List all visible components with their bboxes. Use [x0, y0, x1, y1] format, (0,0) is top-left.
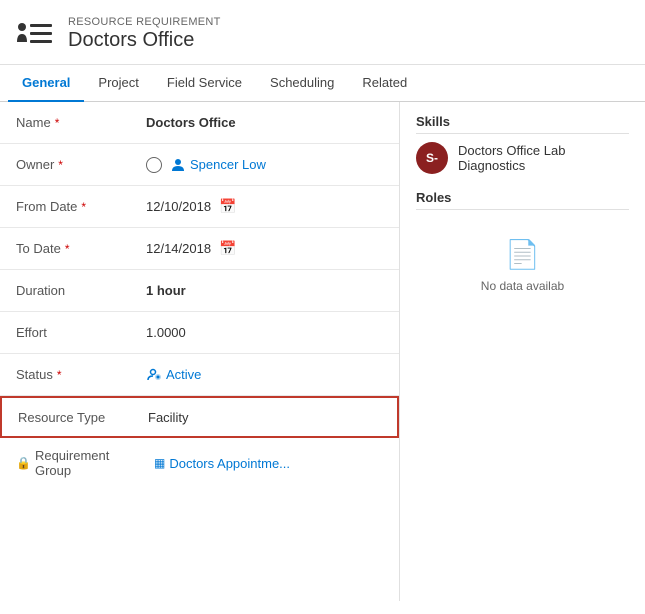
resource-type-value[interactable]: Facility — [148, 410, 381, 425]
to-date-row-inner: 12/14/2018 📅 — [146, 240, 383, 257]
tab-general[interactable]: General — [8, 65, 84, 102]
header-subtitle: RESOURCE REQUIREMENT — [68, 16, 221, 28]
skills-title: Skills — [416, 114, 629, 134]
from-date-row: From Date * 12/10/2018 📅 — [0, 186, 399, 228]
from-date-required: * — [81, 200, 86, 214]
effort-value[interactable]: 1.0000 — [146, 325, 383, 340]
owner-row: Owner * Spencer Low — [0, 144, 399, 186]
to-date-required: * — [65, 242, 70, 256]
status-required: * — [57, 368, 62, 382]
effort-label: Effort — [16, 325, 146, 340]
tab-bar: General Project Field Service Scheduling… — [0, 65, 645, 102]
to-date-calendar-icon[interactable]: 📅 — [219, 240, 236, 257]
owner-required: * — [58, 158, 63, 172]
tab-scheduling[interactable]: Scheduling — [256, 65, 348, 102]
roles-no-data: 📄 No data availab — [416, 218, 629, 313]
from-date-value: 12/10/2018 📅 — [146, 198, 383, 215]
skill-item: S- Doctors Office Lab Diagnostics — [416, 142, 629, 174]
from-date-row-inner: 12/10/2018 📅 — [146, 198, 383, 215]
right-panel: Skills S- Doctors Office Lab Diagnostics… — [400, 102, 645, 601]
req-group-value[interactable]: ▦ Doctors Appointme... — [154, 456, 290, 471]
status-label: Status * — [16, 367, 146, 382]
grid-icon: ▦ — [154, 456, 165, 470]
name-value[interactable]: Doctors Office — [146, 115, 383, 130]
skills-section: Skills S- Doctors Office Lab Diagnostics — [416, 114, 629, 174]
skill-name[interactable]: Doctors Office Lab Diagnostics — [458, 143, 629, 173]
skill-avatar: S- — [416, 142, 448, 174]
roles-section: Roles 📄 No data availab — [416, 190, 629, 313]
status-icon — [146, 367, 162, 383]
effort-row: Effort 1.0000 — [0, 312, 399, 354]
lock-icon: 🔒 — [16, 456, 31, 470]
status-value[interactable]: Active — [146, 367, 383, 383]
req-group-row: 🔒 Requirement Group ▦ Doctors Appointme.… — [0, 438, 399, 488]
no-data-icon: 📄 — [505, 238, 540, 271]
name-row: Name * Doctors Office — [0, 102, 399, 144]
duration-value[interactable]: 1 hour — [146, 283, 383, 298]
name-required: * — [55, 116, 60, 130]
page-header: RESOURCE REQUIREMENT Doctors Office — [0, 0, 645, 65]
to-date-text[interactable]: 12/14/2018 — [146, 241, 211, 256]
person-icon — [170, 157, 186, 173]
tab-field-service[interactable]: Field Service — [153, 65, 256, 102]
status-row: Status * Active — [0, 354, 399, 396]
to-date-label: To Date * — [16, 241, 146, 256]
owner-value[interactable]: Spencer Low — [146, 157, 383, 173]
resource-type-label: Resource Type — [18, 410, 148, 425]
to-date-value: 12/14/2018 📅 — [146, 240, 383, 257]
duration-label: Duration — [16, 283, 146, 298]
roles-title: Roles — [416, 190, 629, 210]
tab-project[interactable]: Project — [84, 65, 152, 102]
form-panel: Name * Doctors Office Owner * Spencer Lo… — [0, 102, 400, 601]
resource-requirement-icon — [16, 14, 56, 54]
from-date-label: From Date * — [16, 199, 146, 214]
name-label: Name * — [16, 115, 146, 130]
owner-circle-icon — [146, 157, 162, 173]
req-group-label: 🔒 Requirement Group — [16, 448, 146, 478]
from-date-text[interactable]: 12/10/2018 — [146, 199, 211, 214]
header-title: Doctors Office — [68, 29, 221, 52]
duration-row: Duration 1 hour — [0, 270, 399, 312]
tab-related[interactable]: Related — [348, 65, 421, 102]
owner-label: Owner * — [16, 157, 146, 172]
from-date-calendar-icon[interactable]: 📅 — [219, 198, 236, 215]
to-date-row: To Date * 12/14/2018 📅 — [0, 228, 399, 270]
content-area: Name * Doctors Office Owner * Spencer Lo… — [0, 102, 645, 601]
header-text: RESOURCE REQUIREMENT Doctors Office — [68, 16, 221, 52]
no-data-text: No data availab — [481, 279, 564, 293]
resource-type-row: Resource Type Facility — [0, 396, 399, 438]
